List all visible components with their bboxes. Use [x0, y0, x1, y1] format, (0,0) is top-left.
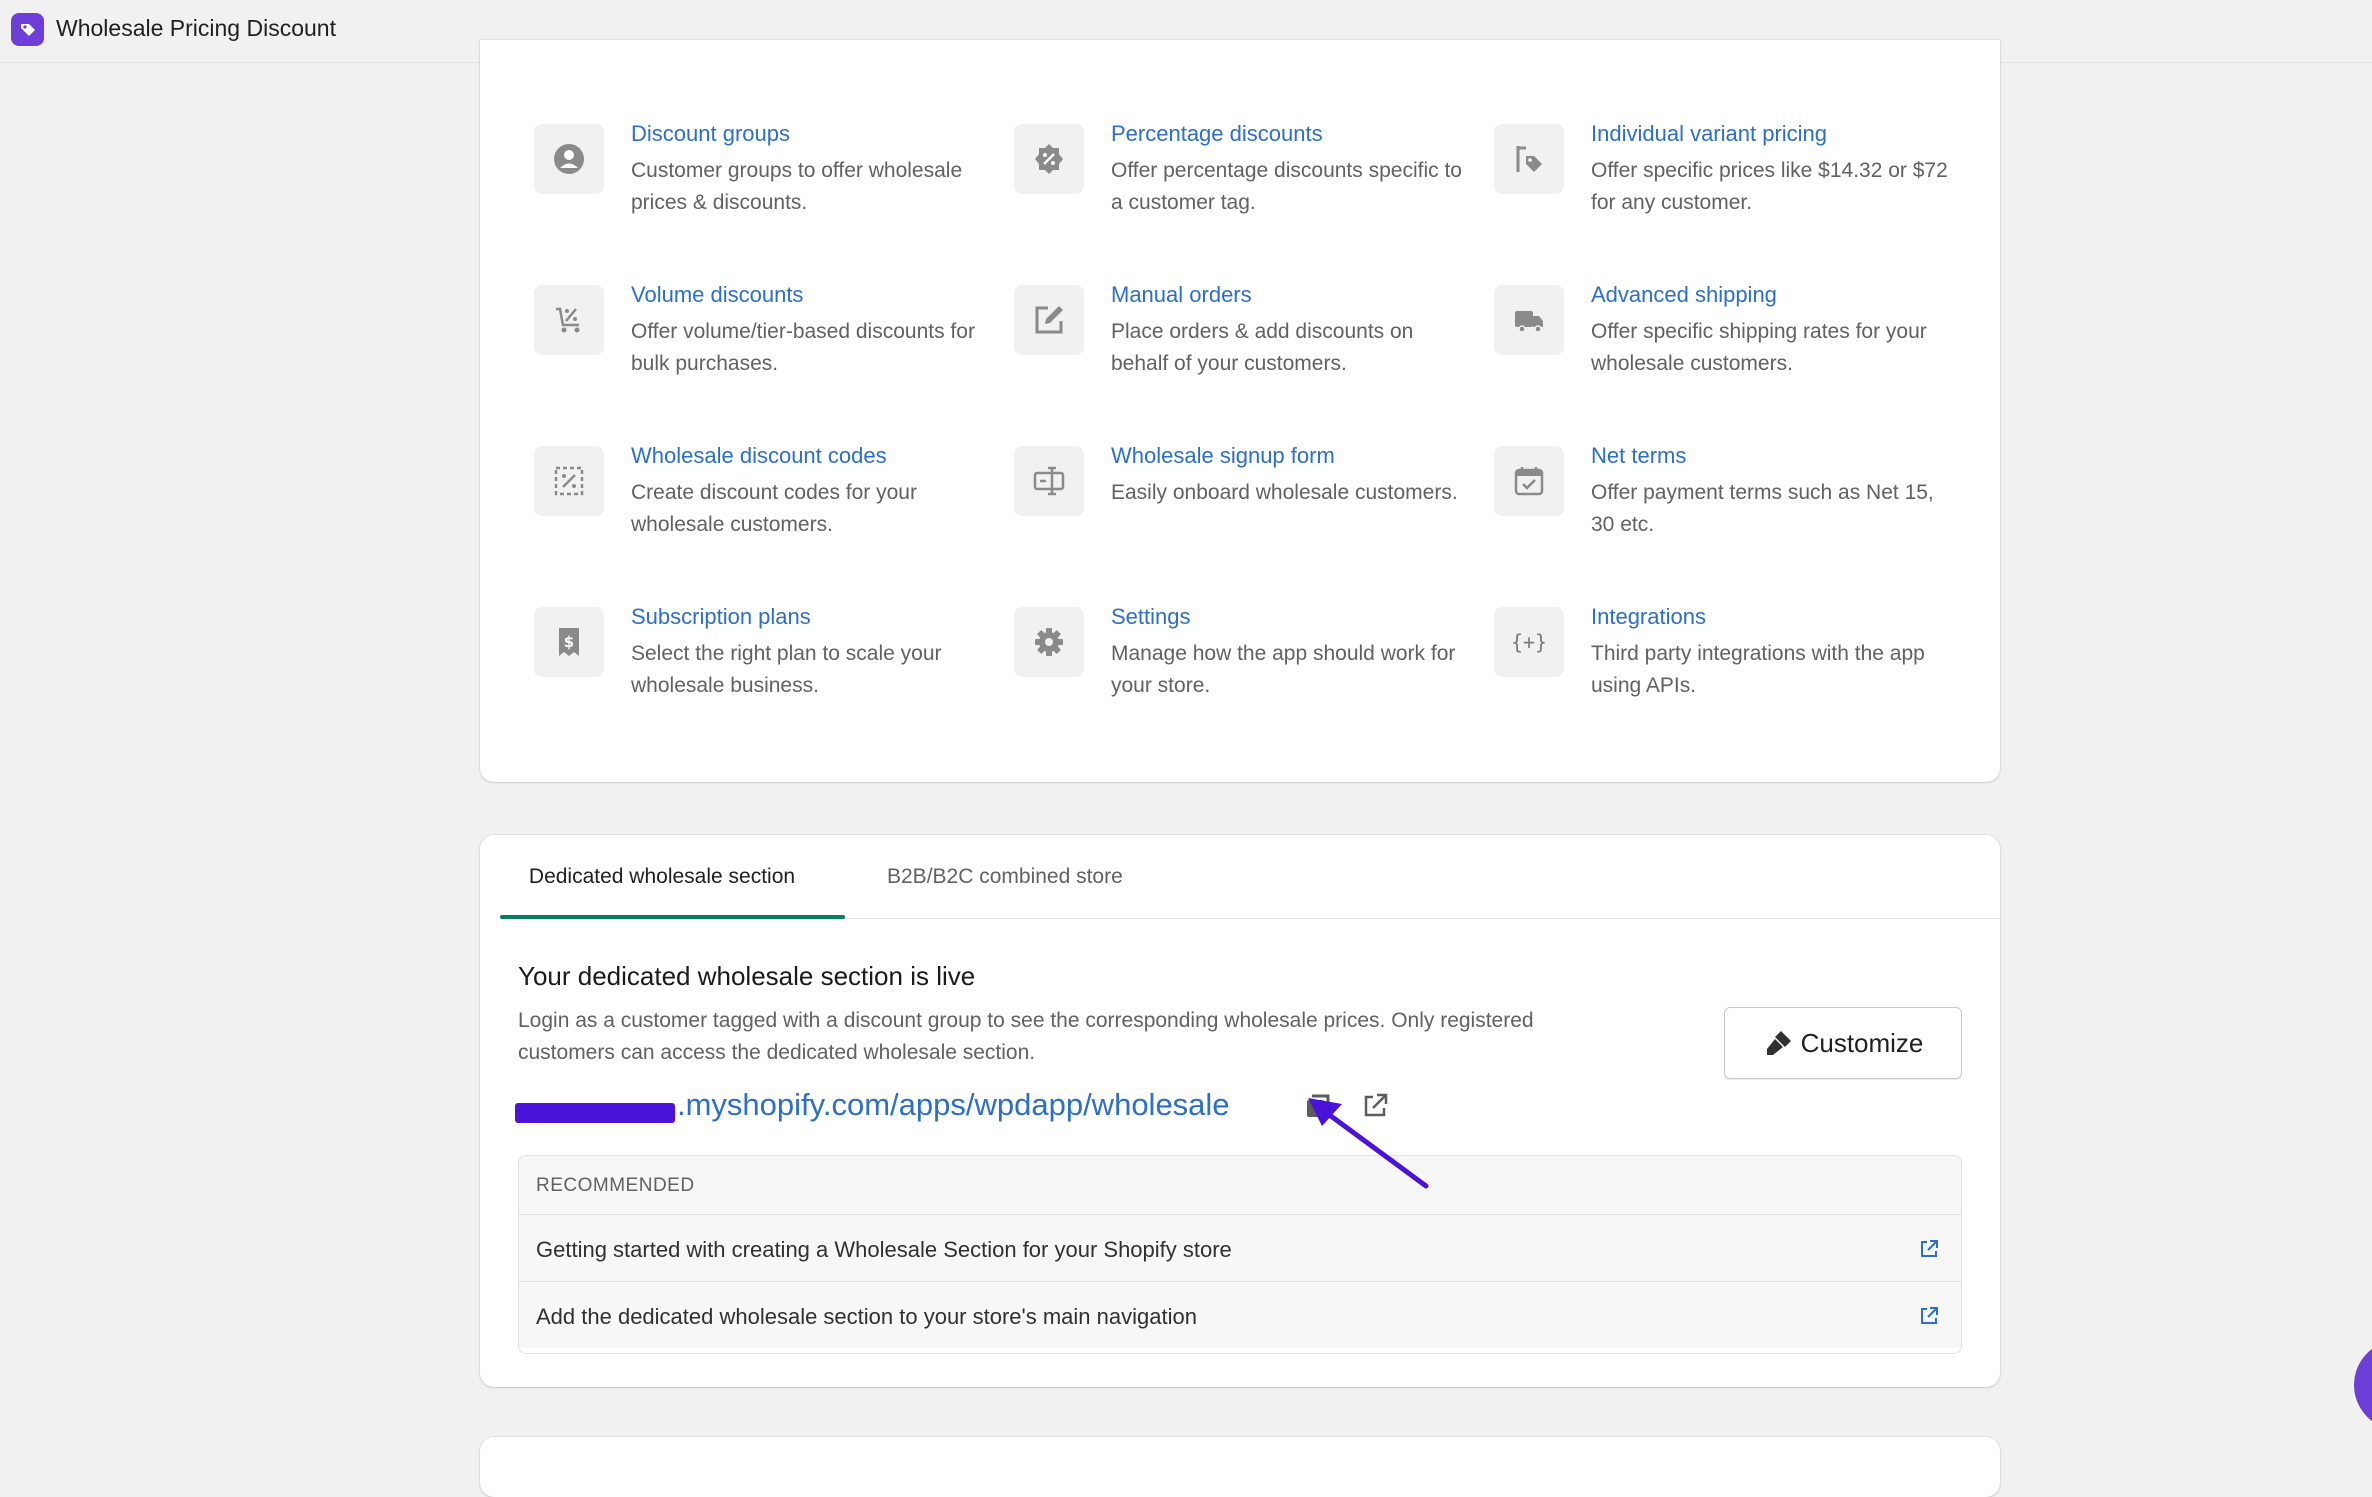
feature-title[interactable]: Integrations — [1591, 604, 1706, 630]
recommended-item[interactable]: Add the dedicated wholesale section to y… — [519, 1282, 1961, 1348]
paintbrush-icon — [1766, 1031, 1791, 1055]
feature-desc: Place orders & add discounts on behalf o… — [1111, 320, 1414, 375]
recommended-item-label[interactable]: Add the dedicated wholesale section to y… — [536, 1304, 1197, 1330]
svg-text:$: $ — [564, 633, 574, 651]
feature-title[interactable]: Percentage discounts — [1111, 121, 1323, 147]
edit-icon — [1014, 285, 1084, 355]
wholesale-section-card: Dedicated wholesale section B2B/B2C comb… — [480, 835, 2000, 1387]
feature-desc: Customer groups to offer wholesale price… — [631, 159, 963, 214]
wholesale-url-link[interactable]: .myshopify.com/apps/wpdapp/wholesale — [677, 1087, 1230, 1123]
recommended-header-label: RECOMMENDED — [536, 1175, 695, 1196]
feature-title[interactable]: Net terms — [1591, 443, 1686, 469]
feature-title[interactable]: Volume discounts — [631, 282, 803, 308]
gear-icon — [1014, 607, 1084, 677]
calendar-icon — [1494, 446, 1564, 516]
feature-discount-groups[interactable]: Discount groups Customer groups to offer… — [534, 121, 974, 244]
annotation-arrow-icon — [1308, 1098, 1429, 1189]
app-logo-icon — [11, 13, 44, 46]
active-tab-indicator — [500, 915, 845, 919]
feature-desc: Offer specific prices like $14.32 or $72… — [1591, 159, 1948, 214]
feature-net-terms[interactable]: Net terms Offer payment terms such as Ne… — [1494, 443, 1934, 566]
feature-title[interactable]: Subscription plans — [631, 604, 811, 630]
cart-discount-icon — [534, 285, 604, 355]
features-card: Discount groups Customer groups to offer… — [480, 40, 2000, 782]
feature-advanced-shipping[interactable]: Advanced shipping Offer specific shippin… — [1494, 282, 1934, 405]
feature-subscription-plans[interactable]: $ Subscription plans Select the right pl… — [534, 604, 974, 727]
feature-desc: Easily onboard wholesale customers. — [1111, 481, 1458, 504]
tab-dedicated-wholesale-section[interactable]: Dedicated wholesale section — [506, 865, 818, 889]
discount-code-icon — [534, 446, 604, 516]
recommended-item[interactable]: Getting started with creating a Wholesal… — [519, 1215, 1961, 1282]
truck-icon — [1494, 285, 1564, 355]
feature-integrations[interactable]: {+} Integrations Third party integration… — [1494, 604, 1934, 727]
feature-title[interactable]: Wholesale discount codes — [631, 443, 887, 469]
feature-title[interactable]: Settings — [1111, 604, 1191, 630]
next-card — [480, 1437, 2000, 1497]
section-description: Login as a customer tagged with a discou… — [518, 1009, 1534, 1064]
feature-desc: Third party integrations with the app us… — [1591, 642, 1925, 697]
svg-text:{+}: {+} — [1511, 630, 1547, 654]
feature-desc: Offer specific shipping rates for your w… — [1591, 320, 1927, 375]
tab-b2b-b2c-combined-store[interactable]: B2B/B2C combined store — [887, 865, 1123, 889]
app-title: Wholesale Pricing Discount — [56, 15, 336, 41]
code-icon: {+} — [1494, 607, 1564, 677]
recommended-item-label[interactable]: Getting started with creating a Wholesal… — [536, 1237, 1232, 1263]
chat-bubble-button[interactable] — [2354, 1340, 2372, 1430]
recommended-header: RECOMMENDED — [519, 1156, 1961, 1215]
feature-individual-variant-pricing[interactable]: Individual variant pricing Offer specifi… — [1494, 121, 1948, 244]
feature-title[interactable]: Individual variant pricing — [1591, 121, 1827, 147]
section-title: Your dedicated wholesale section is live — [518, 961, 976, 991]
customize-label: Customize — [1800, 1027, 1924, 1058]
feature-settings[interactable]: Settings Manage how the app should work … — [1014, 604, 1455, 727]
form-icon — [1014, 446, 1084, 516]
feature-volume-discounts[interactable]: Volume discounts Offer volume/tier-based… — [534, 282, 975, 405]
feature-desc: Create discount codes for your wholesale… — [631, 481, 917, 536]
feature-manual-orders[interactable]: Manual orders Place orders & add discoun… — [1014, 282, 1454, 405]
recommended-box: RECOMMENDED Getting started with creatin… — [518, 1155, 1962, 1354]
feature-desc: Manage how the app should work for your … — [1111, 642, 1456, 697]
tab-bar: Dedicated wholesale section B2B/B2C comb… — [500, 835, 2000, 919]
price-tag-icon — [1494, 124, 1564, 194]
feature-wholesale-discount-codes[interactable]: Wholesale discount codes Create discount… — [534, 443, 974, 566]
external-link-icon[interactable] — [1919, 1306, 1939, 1326]
feature-desc: Offer volume/tier-based discounts for bu… — [631, 320, 975, 375]
customer-icon — [534, 124, 604, 194]
customize-button[interactable]: Customize — [1724, 1007, 1962, 1079]
feature-title[interactable]: Discount groups — [631, 121, 790, 147]
redacted-store-name — [515, 1103, 675, 1123]
feature-desc: Select the right plan to scale your whol… — [631, 642, 942, 697]
feature-percentage-discounts[interactable]: Percentage discounts Offer percentage di… — [1014, 121, 1462, 244]
external-link-icon[interactable] — [1919, 1239, 1939, 1259]
feature-title[interactable]: Wholesale signup form — [1111, 443, 1335, 469]
feature-wholesale-signup-form[interactable]: Wholesale signup form Easily onboard who… — [1014, 443, 1458, 566]
discount-badge-icon — [1014, 124, 1084, 194]
feature-title[interactable]: Manual orders — [1111, 282, 1252, 308]
feature-desc: Offer payment terms such as Net 15, 30 e… — [1591, 481, 1934, 536]
feature-desc: Offer percentage discounts specific to a… — [1111, 159, 1462, 214]
receipt-icon: $ — [534, 607, 604, 677]
feature-title[interactable]: Advanced shipping — [1591, 282, 1777, 308]
